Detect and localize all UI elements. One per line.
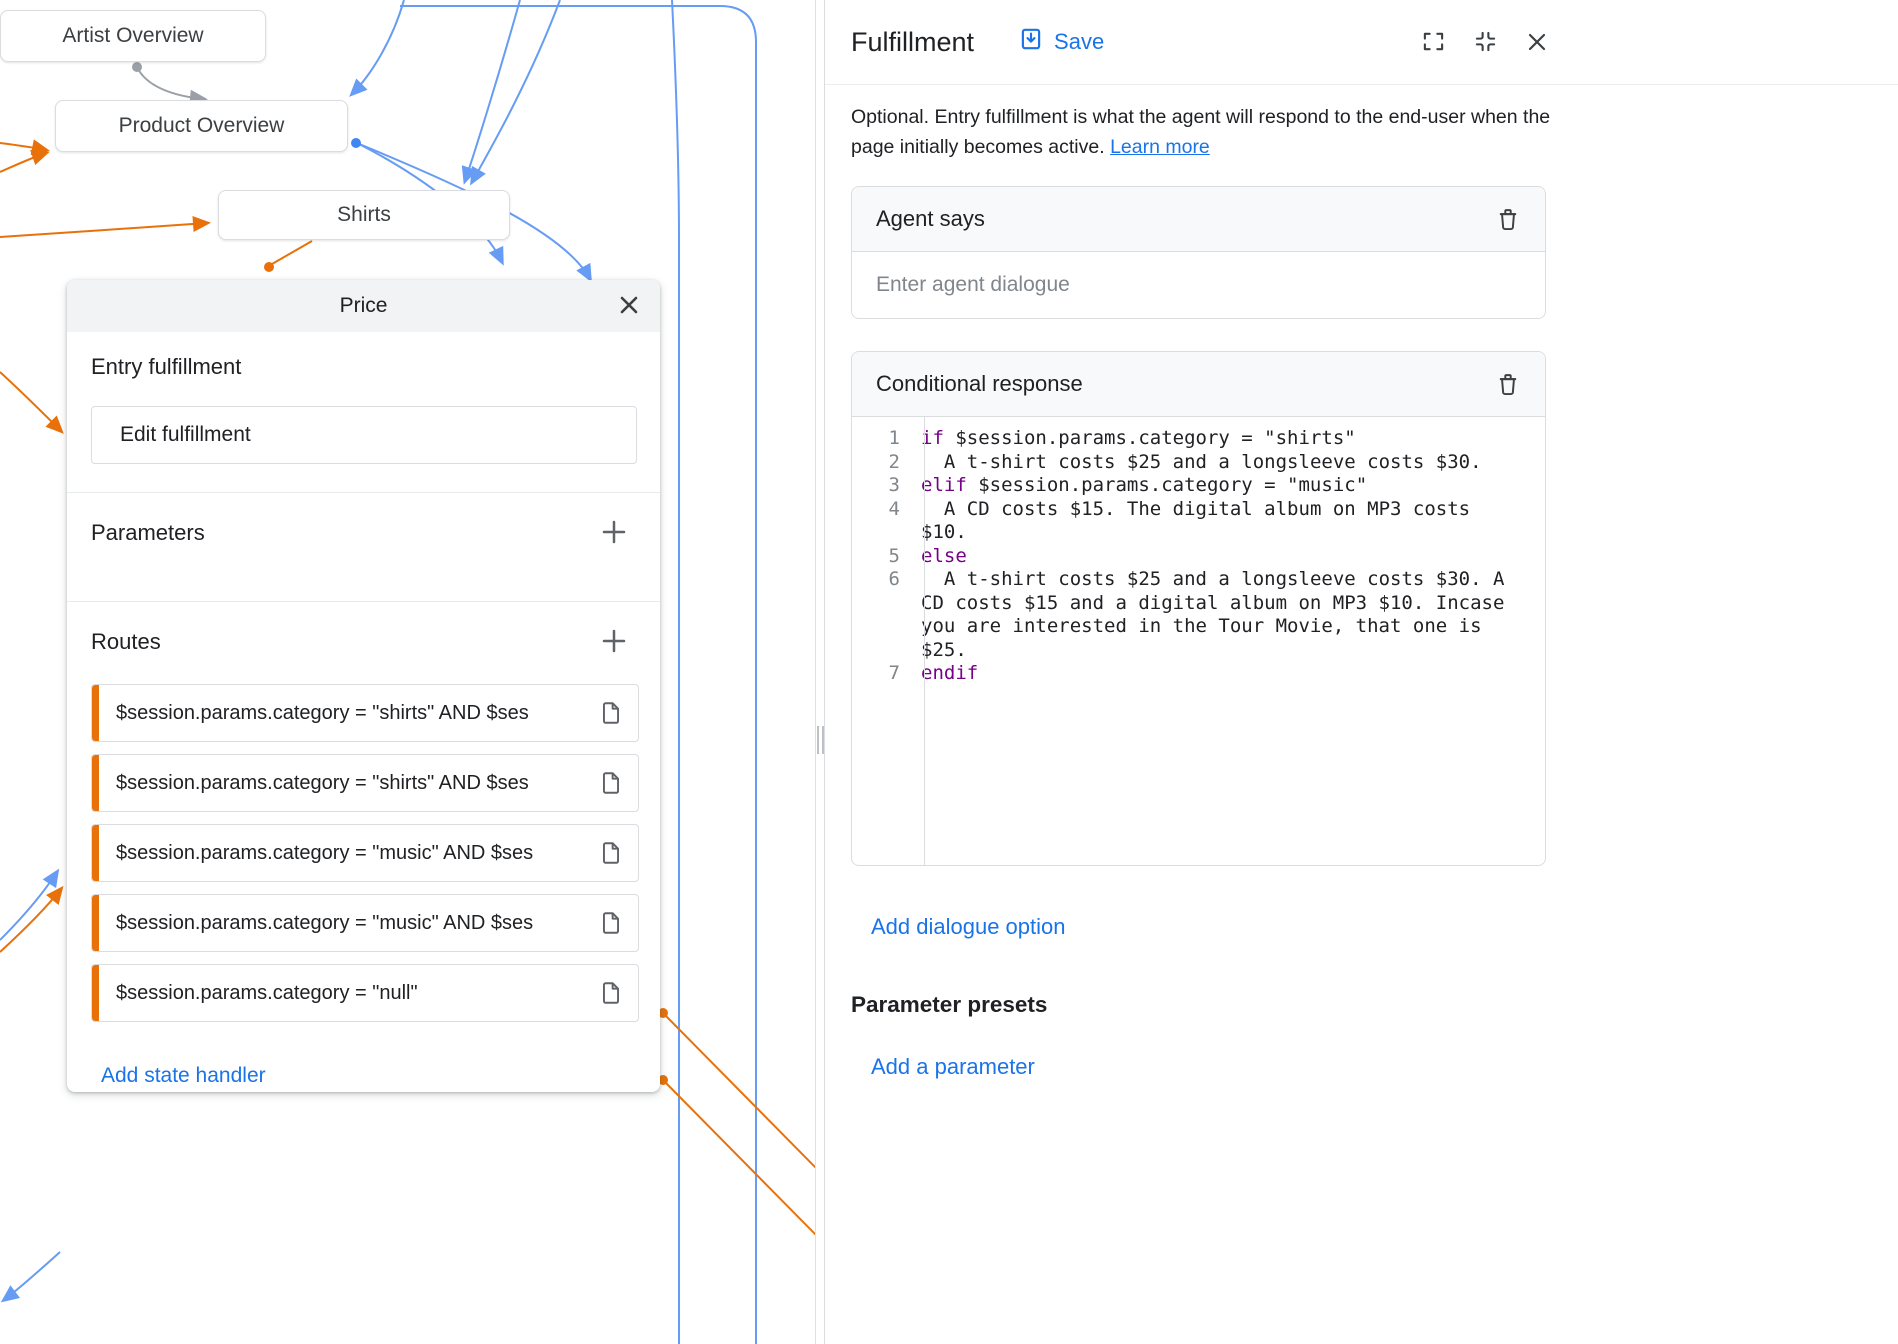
- price-panel-title: Price: [340, 294, 388, 318]
- code-text: A t-shirt costs $25 and a longsleeve cos…: [912, 568, 1545, 662]
- line-number: 3: [852, 474, 912, 498]
- code-lines: 1if $session.params.category = "shirts"2…: [852, 427, 1545, 686]
- fullscreen-icon[interactable]: [1421, 30, 1445, 54]
- routes-row: Routes: [91, 602, 636, 682]
- parameters-label: Parameters: [91, 520, 205, 546]
- code-text: else: [912, 545, 1545, 569]
- node-shirts[interactable]: Shirts: [218, 190, 510, 240]
- close-icon[interactable]: [1525, 30, 1549, 54]
- panel-description: Optional. Entry fulfillment is what the …: [851, 102, 1551, 162]
- route-item[interactable]: $session.params.category = "null": [91, 964, 639, 1022]
- line-number: 7: [852, 662, 912, 686]
- code-line: 5else: [852, 545, 1545, 569]
- agent-says-card: Agent says: [851, 186, 1546, 319]
- condition-code-editor[interactable]: 1if $session.params.category = "shirts"2…: [852, 417, 1545, 865]
- page-icon[interactable]: [598, 980, 624, 1006]
- edit-fulfillment-button[interactable]: Edit fulfillment: [91, 406, 637, 464]
- route-condition: $session.params.category = "shirts" AND …: [116, 772, 590, 795]
- node-label: Artist Overview: [62, 24, 203, 48]
- flow-canvas[interactable]: Artist Overview Product Overview Shirts …: [0, 0, 816, 1344]
- header-divider: [825, 84, 1898, 85]
- line-number: 4: [852, 498, 912, 522]
- trash-icon[interactable]: [1495, 206, 1521, 232]
- code-line: 4 A CD costs $15. The digital album on M…: [852, 498, 1545, 545]
- agent-says-header: Agent says: [852, 187, 1545, 252]
- code-text: A CD costs $15. The digital album on MP3…: [912, 498, 1545, 545]
- exit-fullscreen-icon[interactable]: [1473, 30, 1497, 54]
- node-label: Product Overview: [119, 114, 285, 138]
- parameters-row: Parameters: [91, 493, 636, 573]
- code-text: endif: [912, 662, 1545, 686]
- add-a-parameter-link[interactable]: Add a parameter: [871, 1054, 1035, 1080]
- price-panel-header: Price: [67, 280, 660, 332]
- route-condition: $session.params.category = "music" AND $…: [116, 912, 590, 935]
- route-item[interactable]: $session.params.category = "shirts" AND …: [91, 684, 639, 742]
- route-item[interactable]: $session.params.category = "shirts" AND …: [91, 754, 639, 812]
- node-artist-overview[interactable]: Artist Overview: [0, 10, 266, 62]
- parameter-presets-heading: Parameter presets: [851, 992, 1572, 1018]
- routes-label: Routes: [91, 629, 161, 655]
- code-line: 7endif: [852, 662, 1545, 686]
- code-line: 1if $session.params.category = "shirts": [852, 427, 1545, 451]
- close-icon[interactable]: [614, 291, 644, 321]
- fulfillment-panel-header: Fulfillment Save: [825, 0, 1549, 84]
- gutter-divider: [924, 417, 925, 865]
- conditional-response-header: Conditional response: [852, 352, 1545, 417]
- code-text: elif $session.params.category = "music": [912, 474, 1545, 498]
- trash-icon[interactable]: [1495, 371, 1521, 397]
- page-icon[interactable]: [598, 700, 624, 726]
- save-button[interactable]: Save: [1018, 26, 1104, 58]
- page-icon[interactable]: [598, 910, 624, 936]
- add-dialogue-option-link[interactable]: Add dialogue option: [871, 914, 1066, 940]
- routes-list: $session.params.category = "shirts" AND …: [91, 682, 636, 1022]
- fulfillment-panel-content: Optional. Entry fulfillment is what the …: [825, 84, 1572, 1080]
- add-state-handler-link[interactable]: Add state handler: [101, 1064, 266, 1088]
- code-line: 3elif $session.params.category = "music": [852, 474, 1545, 498]
- page-icon[interactable]: [598, 770, 624, 796]
- node-label: Shirts: [337, 203, 391, 227]
- route-condition: $session.params.category = "null": [116, 982, 590, 1005]
- conditional-response-card: Conditional response 1if $session.params…: [851, 351, 1546, 866]
- price-node-panel: Price Entry fulfillment Edit fulfillment…: [67, 280, 660, 1092]
- line-number: 2: [852, 451, 912, 475]
- entry-fulfillment-label: Entry fulfillment: [91, 354, 636, 380]
- price-panel-body: Entry fulfillment Edit fulfillment Param…: [67, 332, 660, 1088]
- add-parameter-icon[interactable]: [598, 517, 630, 549]
- route-condition: $session.params.category = "shirts" AND …: [116, 702, 590, 725]
- code-text: if $session.params.category = "shirts": [912, 427, 1545, 451]
- add-route-icon[interactable]: [598, 626, 630, 658]
- save-label: Save: [1054, 29, 1104, 55]
- route-item[interactable]: $session.params.category = "music" AND $…: [91, 894, 639, 952]
- resize-grip-icon: [817, 726, 824, 754]
- save-icon: [1018, 26, 1044, 58]
- node-product-overview[interactable]: Product Overview: [55, 100, 348, 152]
- conditional-response-title: Conditional response: [876, 371, 1083, 397]
- code-line: 6 A t-shirt costs $25 and a longsleeve c…: [852, 568, 1545, 662]
- agent-dialogue-input[interactable]: [852, 252, 1545, 318]
- panel-title: Fulfillment: [851, 27, 974, 58]
- fulfillment-panel: Fulfillment Save Optional. Entry fulfill…: [824, 0, 1898, 1344]
- line-number: 1: [852, 427, 912, 451]
- learn-more-link[interactable]: Learn more: [1110, 136, 1210, 158]
- dialogflow-app: Artist Overview Product Overview Shirts …: [0, 0, 1898, 1344]
- route-condition: $session.params.category = "music" AND $…: [116, 842, 590, 865]
- code-text: A t-shirt costs $25 and a longsleeve cos…: [912, 451, 1545, 475]
- page-icon[interactable]: [598, 840, 624, 866]
- line-number: 5: [852, 545, 912, 569]
- agent-says-title: Agent says: [876, 206, 985, 232]
- panel-resize-handle[interactable]: [817, 0, 824, 1344]
- code-line: 2 A t-shirt costs $25 and a longsleeve c…: [852, 451, 1545, 475]
- route-item[interactable]: $session.params.category = "music" AND $…: [91, 824, 639, 882]
- line-number: 6: [852, 568, 912, 592]
